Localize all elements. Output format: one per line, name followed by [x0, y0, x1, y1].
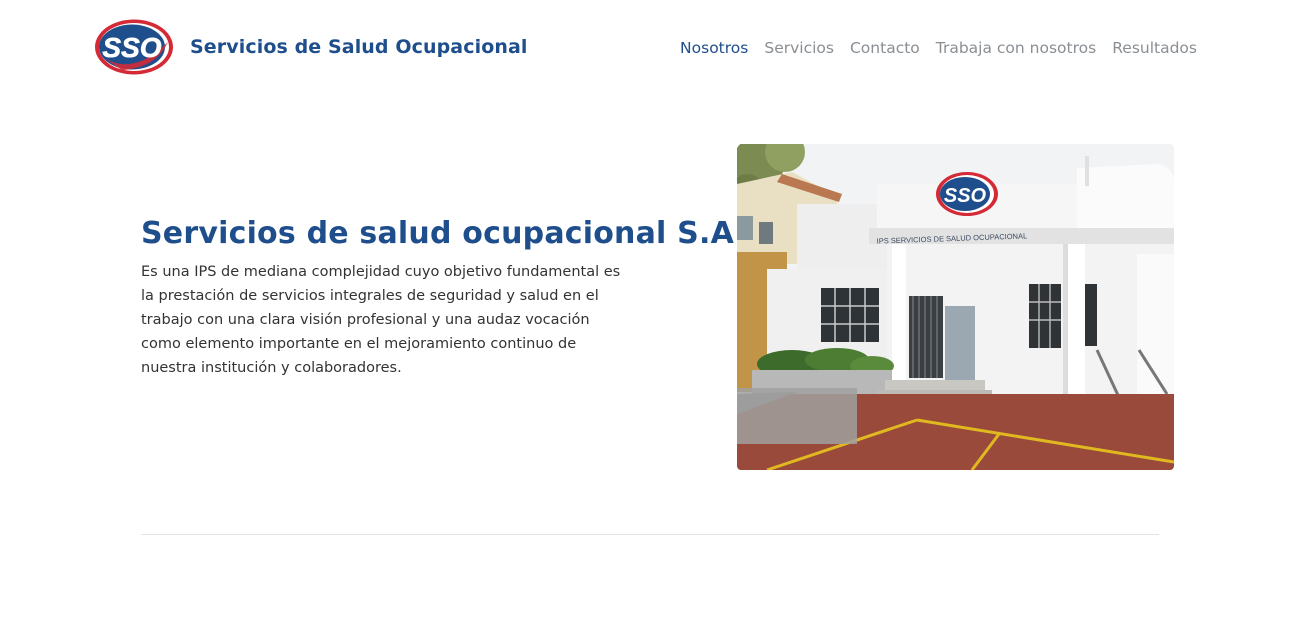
nav-link-nosotros[interactable]: Nosotros	[680, 39, 748, 57]
nav-item-trabaja: Trabaja con nosotros	[936, 38, 1096, 57]
building-photo: SSO IPS SERVICIOS DE SALUD OCUPACIONAL	[737, 144, 1174, 470]
nav-item-resultados: Resultados	[1112, 38, 1197, 57]
facade-logo: SSO	[936, 172, 998, 216]
brand-title: Servicios de Salud Ocupacional	[190, 36, 528, 58]
navbar: SSO Servicios de Salud Ocupacional Nosot…	[0, 0, 1304, 96]
nav-item-servicios: Servicios	[764, 38, 834, 57]
page: SSO Servicios de Salud Ocupacional Nosot…	[0, 0, 1304, 623]
brand-link[interactable]: SSO Servicios de Salud Ocupacional	[94, 18, 528, 76]
nav-link-servicios[interactable]: Servicios	[764, 39, 834, 57]
logo-text: SSO	[102, 32, 161, 63]
facade-logo-text: SSO	[944, 185, 987, 207]
hero-title: Servicios de salud ocupacional S.A.S.	[141, 216, 780, 251]
nav-link-trabaja-con-nosotros[interactable]: Trabaja con nosotros	[936, 39, 1096, 57]
hero-text: Servicios de salud ocupacional S.A.S. Es…	[141, 216, 780, 380]
hero-description: Es una IPS de mediana complejidad cuyo o…	[141, 264, 621, 376]
section-divider	[141, 534, 1159, 535]
nav-item-contacto: Contacto	[850, 38, 920, 57]
driveway	[737, 388, 1174, 470]
sso-logo: SSO	[95, 19, 173, 75]
main-nav: Nosotros Servicios Contacto Trabaja con …	[664, 38, 1197, 57]
nav-item-nosotros: Nosotros	[680, 38, 748, 57]
nav-link-contacto[interactable]: Contacto	[850, 39, 920, 57]
nav-link-resultados[interactable]: Resultados	[1112, 39, 1197, 57]
